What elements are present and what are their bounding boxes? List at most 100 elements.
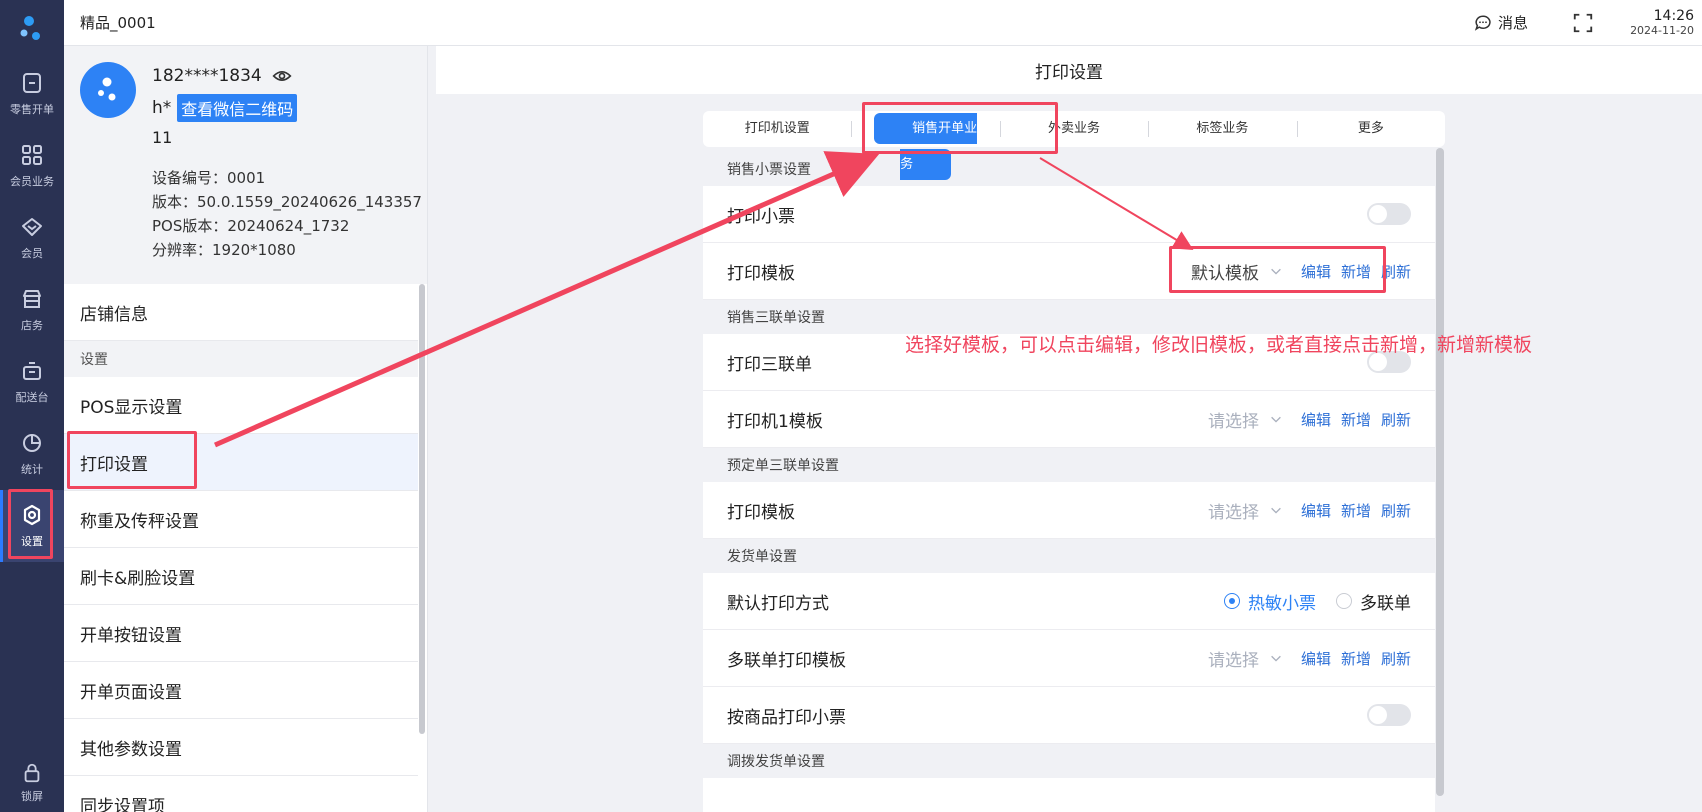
annotation-text: 选择好模板，可以点击编辑，修改旧模板，或者直接点击新增，新增新模板 bbox=[905, 334, 1533, 356]
lock-label: 锁屏 bbox=[21, 790, 43, 803]
template-select[interactable]: 请选择 bbox=[1208, 407, 1259, 432]
chevron-down-icon[interactable] bbox=[1269, 412, 1283, 426]
row-label: 多联单打印模板 bbox=[727, 650, 846, 671]
menu-item-order-buttons[interactable]: 开单按钮设置 bbox=[64, 605, 418, 662]
rail-label: 会员 bbox=[21, 247, 43, 260]
template-select[interactable]: 请选择 bbox=[1208, 498, 1259, 523]
menu-section-settings: 设置 bbox=[64, 341, 418, 377]
clock-time: 14:26 bbox=[1653, 7, 1694, 24]
row-label: 打印三联单 bbox=[727, 354, 812, 375]
nav-rail: 零售开单 会员业务 会员 店务 配送台 统计 设置 锁屏 bbox=[0, 0, 64, 812]
menu-item-sync[interactable]: 同步设置项 bbox=[64, 776, 418, 812]
chat-icon bbox=[1474, 14, 1491, 31]
radio-thermal[interactable]: 热敏小票 bbox=[1224, 589, 1316, 614]
tab-more[interactable]: 更多 bbox=[1296, 111, 1445, 147]
delivery-icon bbox=[23, 362, 41, 380]
row-label: 打印机1模板 bbox=[727, 411, 823, 432]
profile-phone: 182****1834 bbox=[152, 66, 262, 86]
page-title: 打印设置 bbox=[436, 46, 1702, 94]
rail-item-delivery[interactable]: 配送台 bbox=[0, 346, 64, 418]
template-select-group: 请选择 编辑 新增 刷新 bbox=[1208, 407, 1411, 432]
content-scrollbar[interactable] bbox=[1436, 148, 1444, 796]
row-label: 打印模板 bbox=[727, 263, 795, 284]
tab-label: 打印机设置 bbox=[744, 121, 810, 136]
highlight-print-settings bbox=[67, 431, 197, 489]
top-bar: 精品_0001 消息 14:26 2024-11-20 bbox=[64, 0, 1702, 46]
row-label: 打印模板 bbox=[727, 502, 795, 523]
edit-link[interactable]: 编辑 bbox=[1301, 648, 1331, 669]
business-tabs: 打印机设置 销售开单业务 外卖业务 标签业务 更多 bbox=[703, 111, 1445, 180]
resolution: 分辨率：1920*1080 bbox=[152, 241, 296, 259]
app-title: 精品_0001 bbox=[80, 14, 156, 32]
avatar bbox=[80, 62, 136, 118]
tab-label-business[interactable]: 标签业务 bbox=[1148, 111, 1296, 147]
profile-name: h* bbox=[152, 98, 172, 118]
rail-label: 店务 bbox=[21, 319, 43, 332]
messages-button[interactable]: 消息 bbox=[1474, 12, 1528, 33]
menu-item-other-params[interactable]: 其他参数设置 bbox=[64, 719, 418, 776]
row-print-receipt: 打印小票 bbox=[703, 186, 1435, 243]
refresh-link[interactable]: 刷新 bbox=[1381, 648, 1411, 669]
rail-item-store[interactable]: 店务 bbox=[0, 274, 64, 346]
edit-link[interactable]: 编辑 bbox=[1301, 500, 1331, 521]
row-multi-template: 多联单打印模板 请选择 编辑 新增 刷新 bbox=[703, 630, 1435, 687]
rail-label: 统计 bbox=[21, 463, 43, 476]
row-label: 按商品打印小票 bbox=[727, 707, 846, 728]
template-select[interactable]: 请选择 bbox=[1208, 646, 1259, 671]
store-icon bbox=[23, 290, 41, 308]
menu-item-pos-display[interactable]: POS显示设置 bbox=[64, 377, 418, 434]
radio-label: 多联单 bbox=[1360, 593, 1411, 614]
edit-link[interactable]: 编辑 bbox=[1301, 409, 1331, 430]
messages-label: 消息 bbox=[1498, 14, 1529, 32]
rail-item-stats[interactable]: 统计 bbox=[0, 418, 64, 490]
clock: 14:26 2024-11-20 bbox=[1630, 8, 1702, 38]
device-info: 设备编号：0001 版本：50.0.1559_20240626_143357 P… bbox=[152, 166, 422, 262]
chevron-down-icon[interactable] bbox=[1269, 503, 1283, 517]
row-printer1-template: 打印机1模板 请选择 编辑 新增 刷新 bbox=[703, 391, 1435, 448]
section-transfer-shipping: 调拨发货单设置 bbox=[727, 754, 825, 770]
add-link[interactable]: 新增 bbox=[1341, 409, 1371, 430]
print-receipt-toggle[interactable] bbox=[1367, 203, 1411, 225]
tab-printer-settings[interactable]: 打印机设置 bbox=[703, 111, 851, 147]
print-by-goods-toggle[interactable] bbox=[1367, 704, 1411, 726]
row-default-print-mode: 默认打印方式 热敏小票 多联单 bbox=[703, 573, 1435, 630]
refresh-link[interactable]: 刷新 bbox=[1381, 409, 1411, 430]
rail-item-member-business[interactable]: 会员业务 bbox=[0, 130, 64, 202]
section-preorder-triple: 预定单三联单设置 bbox=[727, 458, 839, 474]
chevron-down-icon[interactable] bbox=[1269, 651, 1283, 665]
lock-icon bbox=[24, 763, 40, 783]
row-partial bbox=[703, 778, 1435, 812]
profile-name-row: h* 查看微信二维码 bbox=[152, 94, 298, 122]
menu-item-order-page[interactable]: 开单页面设置 bbox=[64, 662, 418, 719]
refresh-link[interactable]: 刷新 bbox=[1381, 500, 1411, 521]
radio-dot bbox=[1336, 593, 1352, 609]
menu-scrollbar[interactable] bbox=[419, 284, 425, 734]
radio-multi[interactable]: 多联单 bbox=[1336, 589, 1411, 614]
row-label: 打印小票 bbox=[727, 206, 795, 227]
settings-menu-panel: 182****1834 h* 查看微信二维码 11 设备编号：0001 版本：5… bbox=[64, 46, 428, 812]
tab-label: 标签业务 bbox=[1196, 121, 1249, 136]
rail-label: 会员业务 bbox=[10, 175, 54, 188]
fullscreen-icon[interactable] bbox=[1572, 12, 1594, 34]
app-version: 版本：50.0.1559_20240626_143357 bbox=[152, 193, 422, 211]
radio-label: 热敏小票 bbox=[1248, 593, 1316, 614]
grid-icon bbox=[22, 145, 42, 165]
menu-item-store-info[interactable]: 店铺信息 bbox=[64, 284, 418, 341]
menu-item-weighing[interactable]: 称重及传秤设置 bbox=[64, 491, 418, 548]
row-preorder-template: 打印模板 请选择 编辑 新增 刷新 bbox=[703, 482, 1435, 539]
template-select-group: 请选择 编辑 新增 刷新 bbox=[1208, 498, 1411, 523]
row-label: 默认打印方式 bbox=[727, 593, 829, 614]
profile-number: 11 bbox=[152, 128, 173, 147]
app-logo bbox=[0, 0, 64, 58]
view-wechat-qr-button[interactable]: 查看微信二维码 bbox=[177, 94, 298, 122]
add-link[interactable]: 新增 bbox=[1341, 648, 1371, 669]
section-sales-receipt: 销售小票设置 bbox=[727, 162, 811, 178]
add-link[interactable]: 新增 bbox=[1341, 500, 1371, 521]
lock-screen-button[interactable]: 锁屏 bbox=[0, 754, 64, 812]
diamond-icon bbox=[22, 218, 42, 236]
eye-icon[interactable] bbox=[272, 69, 292, 83]
menu-item-card-face[interactable]: 刷卡&刷脸设置 bbox=[64, 548, 418, 605]
rail-item-retail[interactable]: 零售开单 bbox=[0, 58, 64, 130]
rail-item-member[interactable]: 会员 bbox=[0, 202, 64, 274]
row-print-by-goods: 按商品打印小票 bbox=[703, 687, 1435, 744]
